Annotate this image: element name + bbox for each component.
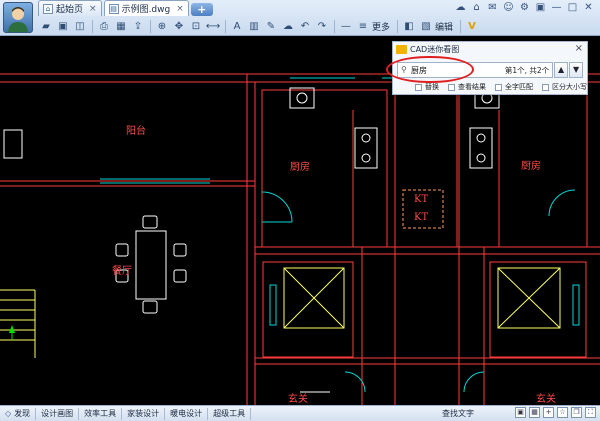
app-logo-icon [396, 44, 407, 54]
status-efficiency-tools[interactable]: 效率工具 [79, 407, 123, 420]
title-toolbar-area: ⌂ 起始页 × ▤ 示例图.dwg × + ☁ ⌂ ✉ ☺ ⚙ ▣ — □ ✕ ▰ ▣ … [0, 0, 600, 36]
more-button[interactable]: 更多 [372, 20, 390, 33]
search-result-count: 第1个, 共2个 [504, 66, 550, 75]
layers-icon[interactable]: ◧ [401, 19, 417, 34]
maximize-button[interactable]: □ [565, 1, 580, 15]
option-replace[interactable]: 替换 [415, 82, 439, 92]
room-label-balcony: 阳台 [126, 126, 146, 137]
drawing-file-icon: ▤ [108, 3, 119, 14]
vip-icon[interactable]: V [464, 19, 480, 34]
star-icon[interactable]: ☆ [557, 407, 568, 418]
search-options: 替换 查看结果 全字匹配 区分大小写 [415, 82, 587, 92]
tab-drawing[interactable]: ▤ 示例图.dwg × [103, 0, 189, 16]
room-label-kitchen-left: 厨房 [290, 162, 310, 173]
status-design-drawing[interactable]: 设计画图 [36, 407, 80, 420]
panel-header: CAD迷你看图 [393, 42, 587, 56]
find-text-icon[interactable]: ▥ [246, 19, 262, 34]
find-text-label[interactable]: 查找文字 [442, 408, 474, 419]
more-icon[interactable]: ≡ [355, 19, 371, 34]
panel-title: CAD迷你看图 [410, 44, 460, 54]
room-label-dining: 餐厅 [112, 266, 132, 277]
room-label-kt-top: KT [414, 194, 429, 205]
prev-result-button[interactable]: ▲ [554, 62, 569, 78]
zoom-extents-icon[interactable]: ⊡ [188, 19, 204, 34]
mail-icon[interactable]: ✉ [485, 1, 500, 15]
next-result-button[interactable]: ▼ [569, 62, 584, 78]
save-icon[interactable]: ▣ [55, 19, 71, 34]
close-icon[interactable]: × [575, 43, 583, 54]
measure-icon[interactable]: ⟷ [205, 19, 221, 34]
tab-strip: ⌂ 起始页 × ▤ 示例图.dwg × + [38, 0, 213, 17]
grid-icon[interactable]: ▦ [529, 407, 540, 418]
status-icons: ▣ ▦ + ☆ ❐ ⛶ [515, 407, 596, 418]
red-highlight-circle [386, 56, 474, 83]
checkbox[interactable] [448, 83, 455, 91]
room-label-kt-bottom: KT [414, 212, 429, 223]
checkbox[interactable] [542, 83, 549, 91]
copy-icon[interactable]: ❐ [571, 407, 582, 418]
home-icon: ⌂ [43, 3, 53, 14]
edit-icon[interactable]: ▧ [418, 19, 434, 34]
close-window-button[interactable]: ✕ [581, 1, 596, 15]
pan-icon[interactable]: ✥ [171, 19, 187, 34]
redo-icon[interactable]: ↷ [314, 19, 330, 34]
room-label-entry-right: 玄关 [536, 394, 556, 405]
edit-button[interactable]: 编辑 [435, 20, 453, 33]
support-icon[interactable]: ☺ [501, 1, 516, 15]
open-folder-icon[interactable]: ▰ [38, 19, 54, 34]
option-match-case[interactable]: 区分大小写 [542, 82, 587, 92]
line-icon[interactable]: — [338, 19, 354, 34]
window-controls: ☁ ⌂ ✉ ☺ ⚙ ▣ — □ ✕ [453, 1, 596, 15]
status-home-design[interactable]: 家装设计 [122, 407, 166, 420]
snap-icon[interactable]: ▣ [515, 407, 526, 418]
room-label-kitchen-right: 厨房 [521, 161, 541, 172]
status-bar: ◇ 发现 设计画图 效率工具 家装设计 暖电设计 超级工具 查找文字 ▣ ▦ + … [0, 405, 600, 421]
checkbox[interactable] [495, 83, 502, 91]
cloud-icon[interactable]: ☁ [453, 1, 468, 15]
layout-icon[interactable]: ▦ [113, 19, 129, 34]
status-discover[interactable]: ◇ 发现 [0, 407, 37, 420]
ortho-icon[interactable]: + [543, 407, 554, 418]
checkbox[interactable] [415, 83, 422, 91]
status-hvac-electrical[interactable]: 暖电设计 [165, 407, 209, 420]
toolbar: ▰ ▣ ◫ ⎙ ▦ ⇪ ⊕ ✥ ⊡ ⟷ A ▥ ✎ ☁ ↶ ↷ — ≡ 更多 ◧… [38, 18, 481, 34]
skin-icon[interactable]: ▣ [533, 1, 548, 15]
fullscreen-icon[interactable]: ⛶ [585, 407, 596, 418]
add-tab-button[interactable]: + [190, 3, 213, 16]
cloud-markup-icon[interactable]: ☁ [280, 19, 296, 34]
settings-icon[interactable]: ⚙ [517, 1, 532, 15]
text-icon[interactable]: A [229, 19, 245, 34]
room-label-entry-left: 玄关 [288, 394, 308, 405]
status-super-tools[interactable]: 超级工具 [208, 407, 252, 420]
zoom-icon[interactable]: ⊕ [154, 19, 170, 34]
undo-icon[interactable]: ↶ [297, 19, 313, 34]
tab-label: 示例图.dwg [121, 5, 171, 15]
print-icon[interactable]: ⎙ [96, 19, 112, 34]
minimize-button[interactable]: — [549, 1, 564, 15]
close-tab-icon[interactable]: × [176, 4, 184, 14]
close-tab-icon[interactable]: × [89, 4, 97, 14]
tab-start-page[interactable]: ⌂ 起始页 × [38, 0, 102, 16]
compass-icon: ◇ [5, 408, 12, 418]
option-whole-word[interactable]: 全字匹配 [495, 82, 533, 92]
save-as-icon[interactable]: ◫ [72, 19, 88, 34]
home-icon[interactable]: ⌂ [469, 1, 484, 15]
pencil-icon[interactable]: ✎ [263, 19, 279, 34]
export-icon[interactable]: ⇪ [130, 19, 146, 34]
user-avatar[interactable] [3, 2, 33, 33]
option-view-results[interactable]: 查看结果 [448, 82, 486, 92]
tab-label: 起始页 [56, 5, 84, 15]
